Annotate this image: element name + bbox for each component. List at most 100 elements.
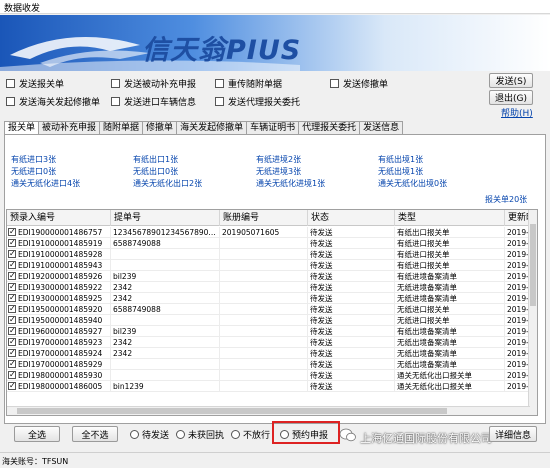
cell-type: 有纸出口报关单 bbox=[395, 227, 505, 238]
table-row[interactable]: EDI192000001485926bil239待发送有纸进境备案清单2019-… bbox=[7, 271, 537, 282]
option-send-customs-modify[interactable]: 发送海关发起修撤单 bbox=[6, 95, 100, 108]
cell-status: 待发送 bbox=[308, 227, 395, 238]
radio[interactable] bbox=[130, 429, 139, 439]
window-title: 数据收发 bbox=[4, 4, 41, 14]
row-checkbox[interactable] bbox=[8, 370, 16, 380]
table-row[interactable]: EDI1970000014859242342待发送无纸出境备案清单2019-0 bbox=[7, 348, 537, 359]
column-header-type[interactable]: 类型 bbox=[395, 210, 505, 226]
table-row[interactable]: EDI198000001486005bin1239待发送通关无纸化出口报关单20… bbox=[7, 381, 537, 392]
exit-button[interactable]: 退出(G) bbox=[489, 90, 533, 105]
cell-bill-no: 2342 bbox=[111, 348, 220, 359]
cell-entry-no: EDI198000001486005 bbox=[7, 381, 111, 392]
tab-attachments[interactable]: 随附单据 bbox=[99, 121, 144, 135]
cell-book-no bbox=[220, 348, 308, 359]
cell-type: 无纸出境备案清单 bbox=[395, 359, 505, 370]
table-row[interactable]: EDI191000001485928待发送有纸进口报关单2019-0 bbox=[7, 249, 537, 260]
table-row[interactable]: EDI197000001485929待发送无纸出境备案清单2019-0 bbox=[7, 359, 537, 370]
row-checkbox[interactable] bbox=[8, 293, 16, 303]
cell-status: 待发送 bbox=[308, 381, 395, 392]
cell-book-no bbox=[220, 315, 308, 326]
stat-paper-exit: 有纸出境1张 bbox=[378, 155, 424, 164]
cell-entry-no: EDI192000001485926 bbox=[7, 271, 111, 282]
checkbox[interactable] bbox=[215, 97, 224, 106]
table-row[interactable]: EDI191000001485943待发送有纸进口报关单2019-0 bbox=[7, 260, 537, 271]
tab-vehicle-certificate[interactable]: 车辆证明书 bbox=[246, 121, 300, 135]
cell-entry-no: EDI191000001485943 bbox=[7, 260, 111, 271]
filter-not-released[interactable]: 不放行 bbox=[231, 428, 270, 441]
tab-send-info[interactable]: 发送信息 bbox=[359, 121, 404, 135]
scroll-thumb[interactable] bbox=[17, 408, 447, 414]
table-row[interactable]: EDI1930000014859252342待发送无纸进境备案清单2019-0 bbox=[7, 293, 537, 304]
deselect-all-button[interactable]: 全不选 bbox=[72, 426, 118, 442]
cell-type: 有纸进境备案清单 bbox=[395, 271, 505, 282]
details-button[interactable]: 详细信息 bbox=[489, 426, 537, 442]
title-bar: 数据收发 bbox=[0, 0, 550, 14]
entry-no-text: EDI196000001485927 bbox=[18, 326, 103, 336]
option-send-agency-entrust[interactable]: 发送代理报关委托 bbox=[215, 95, 300, 108]
checkbox[interactable] bbox=[6, 79, 15, 88]
option-send-declaration[interactable]: 发送报关单 bbox=[6, 77, 64, 90]
option-send-vehicle-info[interactable]: 发送进口车辆信息 bbox=[111, 95, 196, 108]
cell-type: 有纸进口报关单 bbox=[395, 260, 505, 271]
checkbox[interactable] bbox=[330, 79, 339, 88]
column-header-status[interactable]: 状态 bbox=[308, 210, 395, 226]
watermark-text: 上海亿通国际股份有限公司 bbox=[360, 432, 492, 445]
row-checkbox[interactable] bbox=[8, 227, 16, 237]
column-header-entry-no[interactable]: 预录入编号 bbox=[7, 210, 111, 226]
row-checkbox[interactable] bbox=[8, 315, 16, 325]
column-header-bill-no[interactable]: 提单号 bbox=[111, 210, 220, 226]
table-row[interactable]: EDI1930000014859222342待发送无纸进境备案清单2019-0 bbox=[7, 282, 537, 293]
radio[interactable] bbox=[231, 429, 240, 439]
scroll-thumb[interactable] bbox=[530, 224, 536, 306]
cell-status: 待发送 bbox=[308, 337, 395, 348]
entry-no-text: EDI191000001485943 bbox=[18, 260, 103, 270]
table-row[interactable]: EDI1970000014859232342待发送无纸出境备案清单2019-0 bbox=[7, 337, 537, 348]
tab-customs-modify[interactable]: 海关发起修撤单 bbox=[176, 121, 248, 135]
tab-bar: 报关单 被动补充申报 随附单据 修撤单 海关发起修撤单 车辆证明书 代理报关委托… bbox=[4, 121, 404, 136]
horizontal-scrollbar[interactable] bbox=[7, 406, 530, 415]
row-checkbox[interactable] bbox=[8, 304, 16, 314]
table-row[interactable]: EDI196000001485927bil239待发送有纸出境备案清单2019-… bbox=[7, 326, 537, 337]
checkbox[interactable] bbox=[6, 97, 15, 106]
row-checkbox[interactable] bbox=[8, 381, 16, 391]
row-checkbox[interactable] bbox=[8, 238, 16, 248]
option-send-passive-supplement[interactable]: 发送被动补充申报 bbox=[111, 77, 196, 90]
row-checkbox[interactable] bbox=[8, 249, 16, 259]
column-header-book-no[interactable]: 账册编号 bbox=[220, 210, 308, 226]
select-all-button[interactable]: 全选 bbox=[14, 426, 60, 442]
cell-book-no bbox=[220, 249, 308, 260]
row-checkbox[interactable] bbox=[8, 359, 16, 369]
stat-paper-entry: 有纸进境2张 bbox=[256, 155, 302, 164]
send-button[interactable]: 发送(S) bbox=[489, 73, 533, 88]
checkbox[interactable] bbox=[215, 79, 224, 88]
cell-book-no bbox=[220, 381, 308, 392]
row-checkbox[interactable] bbox=[8, 260, 16, 270]
row-checkbox[interactable] bbox=[8, 271, 16, 281]
table-row[interactable]: EDI1910000014859196588749088待发送有纸进口报关单20… bbox=[7, 238, 537, 249]
tab-passive-supplement[interactable]: 被动补充申报 bbox=[38, 121, 101, 135]
status-bar: 海关账号：TFSUN bbox=[0, 452, 550, 468]
row-checkbox[interactable] bbox=[8, 337, 16, 347]
option-send-modify-cancel[interactable]: 发送修撤单 bbox=[330, 77, 388, 90]
entry-no-text: EDI198000001485930 bbox=[18, 370, 103, 380]
tab-agency-entrust[interactable]: 代理报关委托 bbox=[298, 121, 361, 135]
cell-bill-no bbox=[111, 260, 220, 271]
checkbox[interactable] bbox=[111, 97, 120, 106]
tab-modify-cancel[interactable]: 修撤单 bbox=[142, 121, 178, 135]
cell-book-no bbox=[220, 337, 308, 348]
row-checkbox[interactable] bbox=[8, 282, 16, 292]
checkbox[interactable] bbox=[111, 79, 120, 88]
vertical-scrollbar[interactable] bbox=[528, 210, 537, 415]
filter-no-receipt[interactable]: 未获回执 bbox=[176, 428, 224, 441]
table-row[interactable]: EDI198000001485930待发送通关无纸化出口报关单2019-0 bbox=[7, 370, 537, 381]
cell-bill-no: 12345678901234567890... bbox=[111, 227, 220, 238]
table-row[interactable]: EDI195000001485940待发送无纸进口报关单2019-0 bbox=[7, 315, 537, 326]
filter-pending-send[interactable]: 待发送 bbox=[130, 428, 169, 441]
option-resend-attachments[interactable]: 重传随附单据 bbox=[215, 77, 282, 90]
row-checkbox[interactable] bbox=[8, 326, 16, 336]
table-row[interactable]: EDI1950000014859206588749088待发送无纸进口报关单20… bbox=[7, 304, 537, 315]
radio[interactable] bbox=[176, 429, 185, 439]
row-checkbox[interactable] bbox=[8, 348, 16, 358]
table-row[interactable]: EDI190000001486757 12345678901234567890..… bbox=[7, 227, 537, 238]
help-link[interactable]: 帮助(H) bbox=[501, 106, 533, 119]
